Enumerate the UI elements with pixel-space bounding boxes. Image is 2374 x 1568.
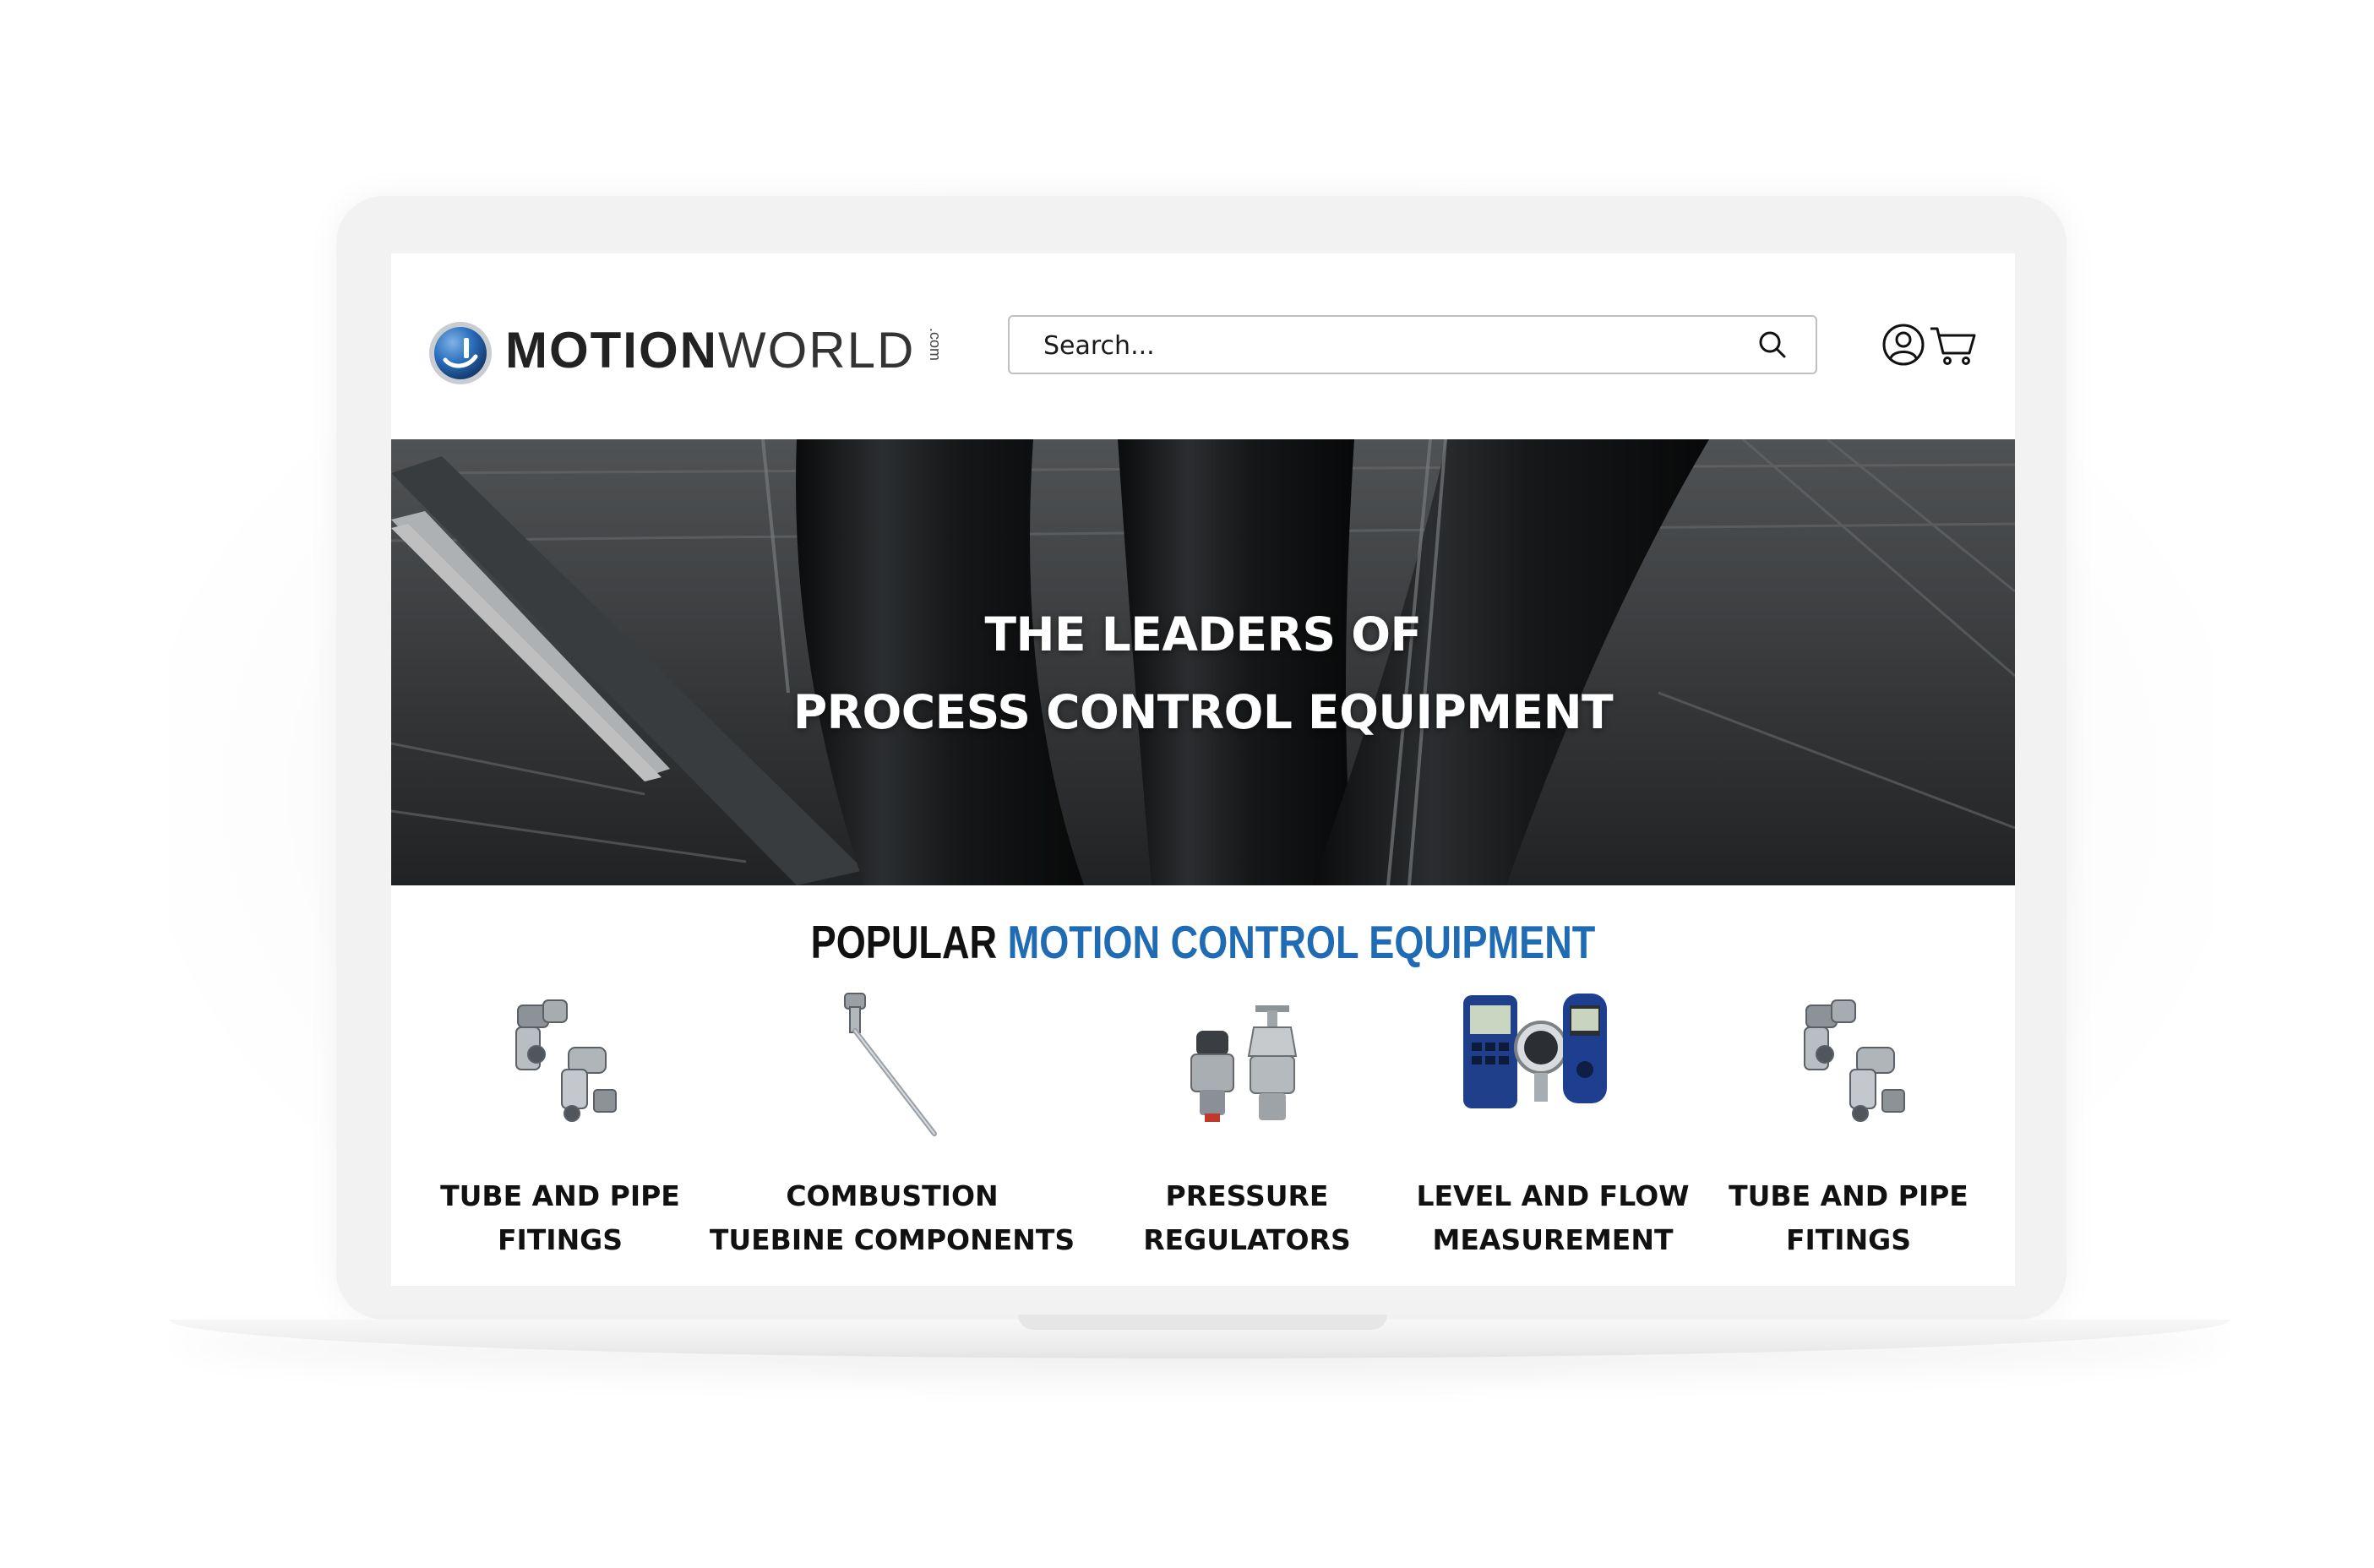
product-label: TUBE AND PIPE FITINGS: [391, 1174, 746, 1262]
motionworld-logo[interactable]: MOTIONWORLD .com: [427, 314, 944, 390]
product-label: TUBE AND PIPE FITINGS: [1663, 1174, 2015, 1262]
product-card-tube-pipe-fittings[interactable]: TUBE AND PIPE FITINGS: [408, 988, 712, 1276]
logo-globe-icon: [429, 322, 492, 384]
section-title-dark: POPULAR: [810, 916, 998, 968]
product-label-line1: TUBE AND PIPE: [1729, 1179, 1968, 1212]
product-label-line2: TUEBINE COMPONENTS: [709, 1223, 1075, 1256]
fittings-image: [515, 999, 617, 1122]
product-label-line2: FITINGS: [1785, 1223, 1912, 1256]
hero-headline-line2: PROCESS CONTROL EQUIPMENT: [792, 685, 1614, 739]
site-header: MOTIONWORLD .com: [391, 253, 2015, 439]
website-screen: MOTIONWORLD .com Search... THE LEADERS O…: [391, 253, 2015, 1286]
product-card-level-flow-measurement[interactable]: LEVEL AND FLOW MEASUREMENT: [1401, 988, 1705, 1276]
hero-headline-line1: THE LEADERS OF: [984, 607, 1422, 662]
search-icon[interactable]: [1758, 330, 1787, 359]
product-card-combustion-turbine-components[interactable]: COMBUSTION TUEBINE COMPONENTS: [710, 988, 1075, 1276]
shopping-cart-icon[interactable]: [1929, 324, 1978, 367]
product-label-line1: TUBE AND PIPE: [440, 1179, 680, 1212]
pressure-regulators-image: [1190, 1005, 1298, 1122]
user-account-icon[interactable]: [1881, 323, 1925, 367]
product-card-pressure-regulators[interactable]: PRESSURE REGULATORS: [1095, 988, 1399, 1276]
laptop-notch: [1018, 1315, 1387, 1330]
product-grid: TUBE AND PIPE FITINGS COMBUSTION TUEBINE…: [391, 988, 2015, 1276]
hero-headline: THE LEADERS OF PROCESS CONTROL EQUIPMENT: [391, 596, 2015, 751]
search-bar[interactable]: [1008, 315, 1817, 374]
logo-text-light: WORLD: [717, 322, 916, 378]
hero-banner: THE LEADERS OF PROCESS CONTROL EQUIPMENT: [391, 439, 2015, 885]
product-label-line1: COMBUSTION: [786, 1179, 999, 1212]
product-card-tube-pipe-fittings[interactable]: TUBE AND PIPE FITINGS: [1696, 988, 2001, 1276]
thermocouple-probe-image: [844, 993, 937, 1136]
logo-dotcom: .com: [927, 328, 944, 362]
product-label-line2: FITINGS: [497, 1223, 623, 1256]
search-input[interactable]: [1042, 317, 1738, 374]
section-title-blue: MOTION CONTROL EQUIPMENT: [1007, 916, 1596, 968]
popular-section-title: POPULAR MOTION CONTROL EQUIPMENT: [537, 912, 1869, 972]
fittings-image: [1804, 999, 1905, 1122]
logo-text-bold: MOTION: [505, 322, 718, 378]
logo-wordmark: MOTIONWORLD: [505, 319, 915, 382]
product-label: COMBUSTION TUEBINE COMPONENTS: [706, 1174, 1078, 1262]
measurement-meters-image: [1463, 994, 1607, 1108]
